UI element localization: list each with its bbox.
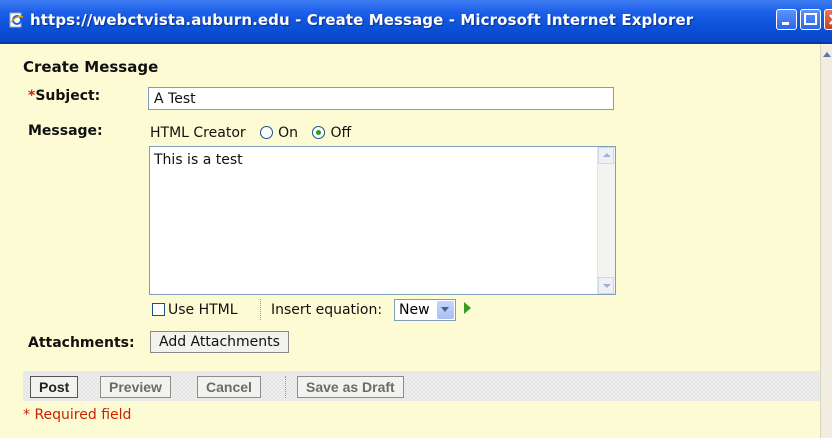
close-button[interactable] [824, 9, 832, 30]
title-bar[interactable]: https://webctvista.auburn.edu - Create M… [0, 0, 832, 44]
subject-label: *Subject: [28, 88, 100, 104]
minimize-button[interactable] [776, 9, 797, 30]
scroll-up-icon[interactable] [823, 52, 831, 57]
html-creator-on-label[interactable]: On [278, 125, 298, 141]
cancel-button[interactable]: Cancel [197, 376, 261, 398]
use-html-label[interactable]: Use HTML [168, 302, 238, 318]
required-field-note: * Required field [23, 407, 132, 423]
options-separator [260, 299, 261, 320]
subject-value: A Test [154, 91, 196, 107]
minimize-icon [782, 22, 789, 25]
attachments-label: Attachments: [28, 335, 135, 351]
maximize-icon [804, 13, 817, 25]
html-creator-off-label[interactable]: Off [330, 125, 351, 141]
message-text: This is a test [154, 152, 243, 168]
html-creator-group: HTML Creator On Off [150, 125, 351, 141]
chevron-down-icon[interactable] [437, 301, 454, 319]
use-html-checkbox[interactable] [152, 303, 165, 316]
message-label: Message: [28, 123, 103, 139]
message-textarea[interactable]: This is a test [149, 146, 616, 295]
scroll-down-button[interactable] [598, 277, 614, 294]
html-creator-off-radio[interactable] [312, 126, 326, 139]
preview-button[interactable]: Preview [100, 376, 171, 398]
insert-equation-value: New [399, 302, 430, 318]
close-icon [829, 14, 832, 25]
browser-window: https://webctvista.auburn.edu - Create M… [0, 0, 832, 438]
window-scrollbar[interactable] [820, 44, 832, 438]
textarea-scrollbar[interactable] [597, 147, 615, 294]
go-arrow-icon[interactable] [464, 302, 471, 314]
post-button[interactable]: Post [30, 376, 79, 398]
page-title: Create Message [23, 58, 159, 76]
add-attachments-button[interactable]: Add Attachments [150, 331, 289, 353]
window-title: https://webctvista.auburn.edu - Create M… [30, 11, 694, 29]
subject-input[interactable]: A Test [148, 87, 614, 110]
html-creator-label: HTML Creator [150, 125, 246, 141]
html-creator-on-radio[interactable] [260, 126, 274, 139]
ie-page-icon [9, 12, 24, 28]
insert-equation-select[interactable]: New [394, 299, 456, 321]
subject-label-text: Subject: [35, 88, 101, 104]
scroll-up-button[interactable] [598, 147, 614, 164]
insert-equation-label: Insert equation: [271, 302, 383, 318]
toolbar-separator [285, 376, 286, 398]
action-toolbar: Post Preview Cancel Save as Draft [23, 371, 820, 401]
save-draft-button[interactable]: Save as Draft [297, 376, 404, 398]
maximize-button[interactable] [800, 9, 821, 30]
